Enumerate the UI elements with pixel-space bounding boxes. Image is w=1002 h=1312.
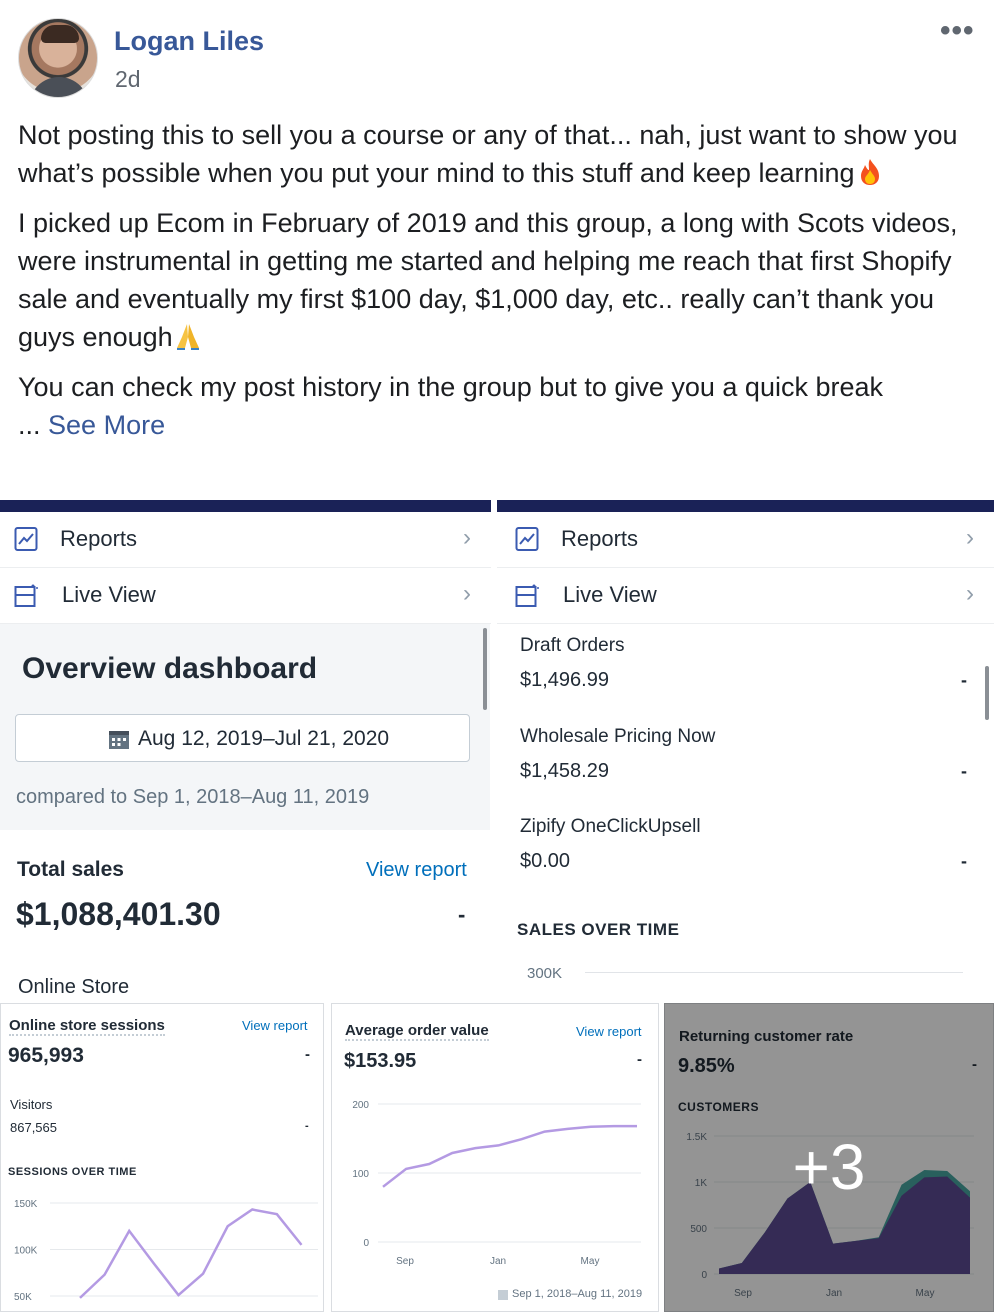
- live-view-row[interactable]: Live View ›: [497, 568, 994, 624]
- aov-value: $153.95: [344, 1050, 417, 1072]
- author-name[interactable]: Logan Liles: [114, 26, 264, 57]
- chevron-right-icon: ›: [463, 580, 471, 607]
- aov-chart: 200 100 0 Sep Jan May: [352, 1100, 641, 1267]
- view-report-link[interactable]: View report: [242, 1018, 308, 1033]
- fire-emoji-icon: [860, 159, 879, 185]
- app-row-value: $1,458.29: [520, 760, 609, 782]
- x-axis-tick: May: [581, 1256, 600, 1267]
- change-indicator: -: [961, 761, 967, 781]
- change-indicator: -: [305, 1120, 309, 1132]
- comparison-text: compared to Sep 1, 2018–Aug 11, 2019: [16, 786, 370, 808]
- ellipsis: ...: [18, 410, 41, 440]
- post-timestamp[interactable]: 2d: [115, 66, 141, 93]
- change-indicator: -: [305, 1046, 310, 1063]
- x-axis-tick: Jan: [490, 1256, 506, 1267]
- gridline: [585, 972, 963, 973]
- sessions-title: Online store sessions: [9, 1017, 165, 1036]
- post-body: Not posting this to sell you a course or…: [18, 116, 988, 456]
- total-sales-title: Total sales: [17, 858, 124, 881]
- post-paragraph: You can check my post history in the gro…: [18, 368, 988, 406]
- visitors-label: Visitors: [10, 1097, 53, 1112]
- aov-line: [382, 1124, 637, 1188]
- scrollbar[interactable]: [483, 628, 487, 710]
- post-paragraph: Not posting this to sell you a course or…: [18, 116, 988, 192]
- sessions-line: [79, 1208, 303, 1299]
- app-row-value: $1,496.99: [520, 669, 609, 691]
- x-axis-tick: Sep: [396, 1256, 414, 1267]
- chevron-right-icon: ›: [463, 524, 471, 551]
- change-indicator: -: [637, 1051, 642, 1068]
- avatar[interactable]: [18, 18, 98, 98]
- post-paragraph: I picked up Ecom in February of 2019 and…: [18, 204, 988, 356]
- app-row-name: Zipify OneClickUpsell: [520, 816, 701, 837]
- post-paragraph: ... See More: [18, 406, 988, 444]
- app-row-name: Wholesale Pricing Now: [520, 726, 716, 747]
- y-axis-tick: 200: [352, 1100, 369, 1111]
- live-view-row[interactable]: Live View ›: [0, 568, 491, 624]
- reports-row[interactable]: Reports ›: [0, 512, 491, 568]
- dashboard-title: Overview dashboard: [22, 652, 318, 685]
- avatar-hair: [41, 25, 79, 43]
- live-view-icon: [515, 584, 539, 607]
- live-view-label: Live View: [62, 582, 156, 607]
- app-row-value: $0.00: [520, 850, 571, 872]
- change-indicator: -: [961, 851, 967, 871]
- live-view-label: Live View: [563, 582, 657, 607]
- legend-label: Sep 1, 2018–Aug 11, 2019: [512, 1288, 643, 1300]
- total-sales-value: $1,088,401.30: [16, 896, 221, 932]
- y-axis-tick: 50K: [14, 1292, 32, 1303]
- calendar-icon: [109, 731, 129, 749]
- date-range-label: Aug 12, 2019–Jul 21, 2020: [138, 727, 390, 750]
- reports-row[interactable]: Reports ›: [497, 512, 994, 568]
- reports-label: Reports: [561, 526, 639, 551]
- photo-top-bar: [0, 500, 491, 512]
- sessions-value: 965,993: [8, 1044, 84, 1067]
- chevron-right-icon: ›: [966, 580, 974, 607]
- online-store-label: Online Store: [18, 976, 130, 998]
- post-text: I picked up Ecom in February of 2019 and…: [18, 208, 958, 352]
- view-report-link[interactable]: View report: [576, 1024, 642, 1039]
- sessions-chart: 150K 100K 50K: [14, 1199, 318, 1303]
- reports-icon: [14, 527, 38, 551]
- y-axis-tick: 0: [363, 1238, 369, 1249]
- more-dots-icon[interactable]: •••: [940, 14, 975, 48]
- live-view-icon: [14, 584, 38, 607]
- folded-hands-emoji-icon: [176, 324, 199, 350]
- y-axis-tick: 150K: [14, 1199, 38, 1210]
- avatar-shirt: [29, 77, 89, 97]
- legend-swatch: [498, 1290, 508, 1300]
- change-indicator: -: [961, 670, 967, 690]
- sales-over-time-heading: SALES OVER TIME: [517, 920, 680, 939]
- more-photos-count[interactable]: +3: [664, 1130, 994, 1204]
- chevron-right-icon: ›: [966, 524, 974, 551]
- y-axis-tick: 300K: [527, 965, 563, 982]
- post-text: You can check my post history in the gro…: [18, 372, 884, 402]
- sessions-over-time-heading: SESSIONS OVER TIME: [8, 1166, 137, 1178]
- y-axis-tick: 100K: [14, 1246, 38, 1257]
- photo-top-bar: [497, 500, 994, 512]
- scrollbar[interactable]: [985, 666, 989, 720]
- view-report-link[interactable]: View report: [366, 859, 467, 882]
- reports-label: Reports: [60, 526, 138, 551]
- visitors-value: 867,565: [10, 1120, 57, 1135]
- date-range-button[interactable]: Aug 12, 2019–Jul 21, 2020: [15, 714, 470, 762]
- app-row-name: Draft Orders: [520, 635, 625, 656]
- y-axis-tick: 100: [352, 1169, 369, 1180]
- post-text: Not posting this to sell you a course or…: [18, 120, 958, 188]
- post-header: Logan Liles 2d •••: [0, 0, 1002, 110]
- see-more-link[interactable]: See More: [48, 410, 165, 440]
- aov-title: Average order value: [345, 1022, 489, 1041]
- change-indicator: -: [458, 902, 466, 927]
- reports-icon: [515, 527, 539, 551]
